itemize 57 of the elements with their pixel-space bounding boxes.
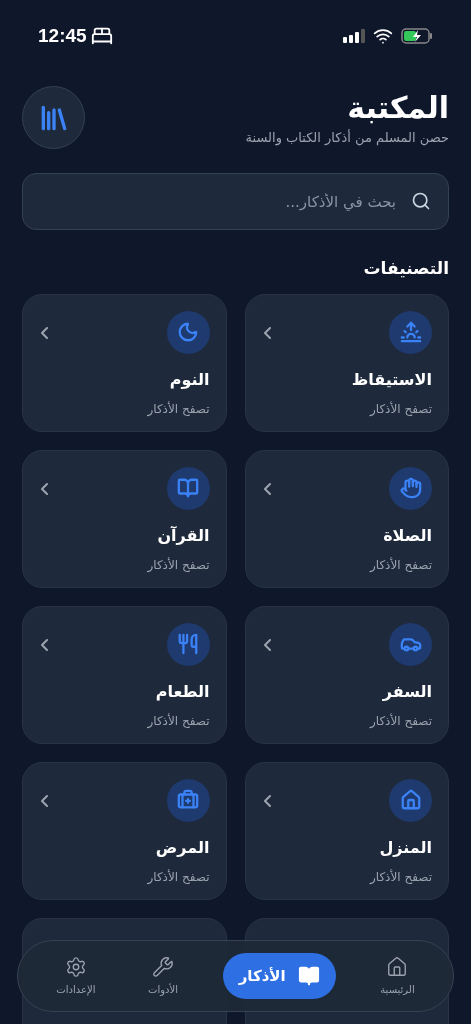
category-subtitle: تصفح الأذكار <box>369 556 432 574</box>
chevron-icon <box>41 326 48 339</box>
search-icon <box>411 191 431 211</box>
utensils-icon <box>177 633 199 655</box>
category-card[interactable]: الصلاة تصفح الأذكار <box>244 449 449 588</box>
book-icon <box>297 965 320 987</box>
category-subtitle: تصفح الأذكار <box>147 868 210 886</box>
category-subtitle: تصفح الأذكار <box>147 712 210 730</box>
bed-icon <box>90 25 113 47</box>
category-title: المنزل <box>379 836 432 859</box>
book-icon <box>177 477 199 499</box>
nav-tab[interactable]: الرئيسية <box>372 955 423 997</box>
section-title: التصنيفات <box>363 258 449 278</box>
category-subtitle: تصفح الأذكار <box>369 868 432 886</box>
chevron-icon <box>263 326 271 339</box>
category-card[interactable]: المنزل تصفح الأذكار <box>244 761 449 900</box>
category-card[interactable]: السفر تصفح الأذكار <box>244 605 449 744</box>
category-title: المرض <box>155 836 210 859</box>
category-card[interactable]: النوم تصفح الأذكار <box>22 293 227 432</box>
chevron-icon <box>263 794 271 807</box>
status-time: 12:45 <box>38 23 87 48</box>
chevron-icon <box>41 638 48 651</box>
nav-tab[interactable]: الأدوات <box>140 955 187 997</box>
category-subtitle: تصفح الأذكار <box>147 400 210 418</box>
signal-icon <box>343 29 365 43</box>
page-title: المكتبة <box>347 88 449 127</box>
category-card[interactable]: الاستيقاظ تصفح الأذكار <box>244 293 449 432</box>
category-card[interactable]: القرآن تصفح الأذكار <box>22 449 227 588</box>
moon-icon <box>177 321 199 343</box>
medical-kit-icon <box>177 789 199 811</box>
chevron-icon <box>41 794 48 807</box>
hand-icon <box>399 477 422 499</box>
category-title: الصلاة <box>383 524 432 547</box>
house-icon <box>386 955 409 978</box>
category-subtitle: تصفح الأذكار <box>369 400 432 418</box>
page-subtitle: حصن المسلم من أذكار الكتاب والسنة <box>245 128 449 148</box>
battery-icon <box>401 28 433 44</box>
nav-tab[interactable]: الإعدادات <box>48 955 104 997</box>
category-title: الطعام <box>155 680 210 703</box>
category-title: السفر <box>382 680 432 703</box>
tools-icon <box>152 955 175 978</box>
settings-icon <box>64 955 87 978</box>
search-field[interactable]: بحث في الأذكار... <box>22 173 449 230</box>
category-card[interactable]: المرض تصفح الأذكار <box>22 761 227 900</box>
category-title: القرآن <box>157 524 210 547</box>
sunrise-icon <box>399 321 422 343</box>
chevron-icon <box>41 482 48 495</box>
chevron-icon <box>263 482 271 495</box>
wifi-icon <box>373 26 393 46</box>
house-icon <box>399 789 422 811</box>
category-card[interactable]: الطعام تصفح الأذكار <box>22 605 227 744</box>
category-title: الاستيقاظ <box>351 368 432 391</box>
category-title: النوم <box>169 368 210 391</box>
chevron-icon <box>263 638 271 651</box>
nav-tab[interactable]: الأذكار <box>222 953 336 999</box>
category-subtitle: تصفح الأذكار <box>147 556 210 574</box>
category-subtitle: تصفح الأذكار <box>369 712 432 730</box>
